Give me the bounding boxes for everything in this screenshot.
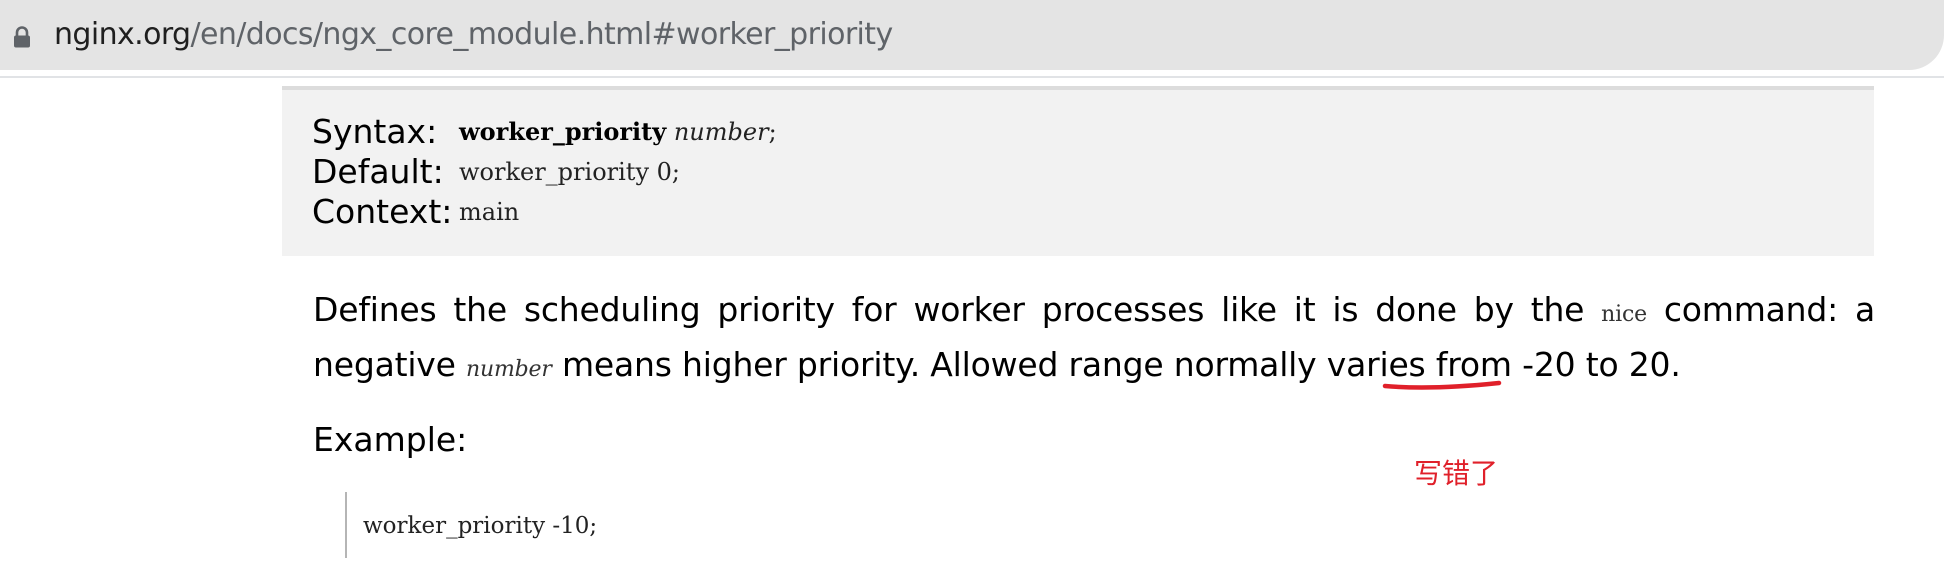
url-host: nginx.org bbox=[54, 17, 191, 52]
url-path: /en/docs/ngx_core_module.html#worker_pri… bbox=[190, 17, 894, 52]
default-label: Default: bbox=[312, 152, 444, 191]
annotation-note: 写错了 bbox=[1414, 457, 1499, 490]
directive-name: worker_priority bbox=[459, 117, 667, 146]
annotation-underline bbox=[1382, 380, 1502, 390]
browser-toolbar: nginx.org/en/docs/ngx_core_module.html#w… bbox=[0, 0, 1944, 78]
context-label: Context: bbox=[312, 192, 453, 231]
description-paragraph: Defines the scheduling priority for work… bbox=[313, 285, 1875, 395]
syntax-param: number bbox=[673, 118, 769, 146]
syntax-semicolon: ; bbox=[768, 118, 777, 146]
default-value: worker_priority 0; bbox=[459, 158, 680, 186]
nice-command: nice bbox=[1601, 302, 1647, 327]
example-code-block: worker_priority -10; bbox=[345, 492, 945, 558]
directive-box: Syntax: worker_priority number; Default:… bbox=[282, 86, 1874, 256]
description-text-3: means higher priority. Allowed range nor… bbox=[551, 345, 1681, 384]
syntax-label: Syntax: bbox=[312, 112, 438, 151]
address-bar[interactable]: nginx.org/en/docs/ngx_core_module.html#w… bbox=[0, 0, 1944, 70]
syntax-value: worker_priority number; bbox=[459, 112, 777, 152]
example-heading: Example: bbox=[313, 420, 468, 459]
description-text-1: Defines the scheduling priority for work… bbox=[313, 290, 1602, 329]
url-text[interactable]: nginx.org/en/docs/ngx_core_module.html#w… bbox=[54, 13, 893, 57]
example-code: worker_priority -10; bbox=[363, 513, 598, 539]
context-value: main bbox=[459, 198, 520, 226]
number-param: number bbox=[466, 357, 552, 382]
lock-icon[interactable] bbox=[13, 26, 31, 48]
